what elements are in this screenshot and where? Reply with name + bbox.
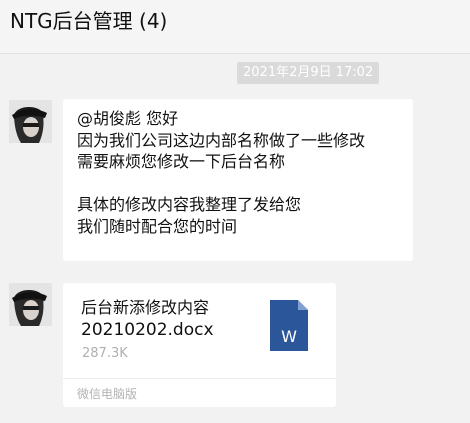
file-message-card[interactable]: 后台新添修改内容 20210202.docx 287.3K W 微信电脑版 [63, 283, 336, 407]
chat-title[interactable]: NTG后台管理 (4) [10, 8, 167, 34]
sender-avatar[interactable] [9, 283, 52, 326]
file-size: 287.3K [82, 346, 128, 361]
card-divider [63, 378, 336, 379]
chat-header: NTG后台管理 (4) [0, 0, 470, 54]
text-message-bubble[interactable]: @胡俊彪 您好 因为我们公司这边内部名称做了一些修改 需要麻烦您修改一下后台名称… [63, 99, 413, 261]
word-icon-letter: W [281, 327, 297, 346]
word-document-icon: W [270, 300, 308, 351]
file-name-line: 后台新添修改内容 [81, 298, 210, 317]
message-line: @胡俊彪 您好 [77, 109, 179, 128]
message-line: 因为我们公司这边内部名称做了一些修改 [77, 130, 366, 150]
file-name: 后台新添修改内容 20210202.docx [81, 296, 214, 342]
message-line: 具体的修改内容我整理了发给您 [77, 195, 302, 214]
file-name-line: 20210202.docx [81, 320, 214, 340]
file-source-label: 微信电脑版 [77, 387, 138, 401]
message-line: 需要麻烦您修改一下后台名称 [77, 152, 286, 171]
message-line [77, 173, 413, 195]
sender-avatar[interactable] [9, 100, 52, 143]
message-line: 我们随时配合您的时间 [77, 216, 238, 236]
chat-window: NTG后台管理 (4) 2021年2月9日 17:02 @胡俊彪 您好 因为我们… [0, 0, 470, 423]
message-timestamp: 2021年2月9日 17:02 [237, 62, 380, 84]
